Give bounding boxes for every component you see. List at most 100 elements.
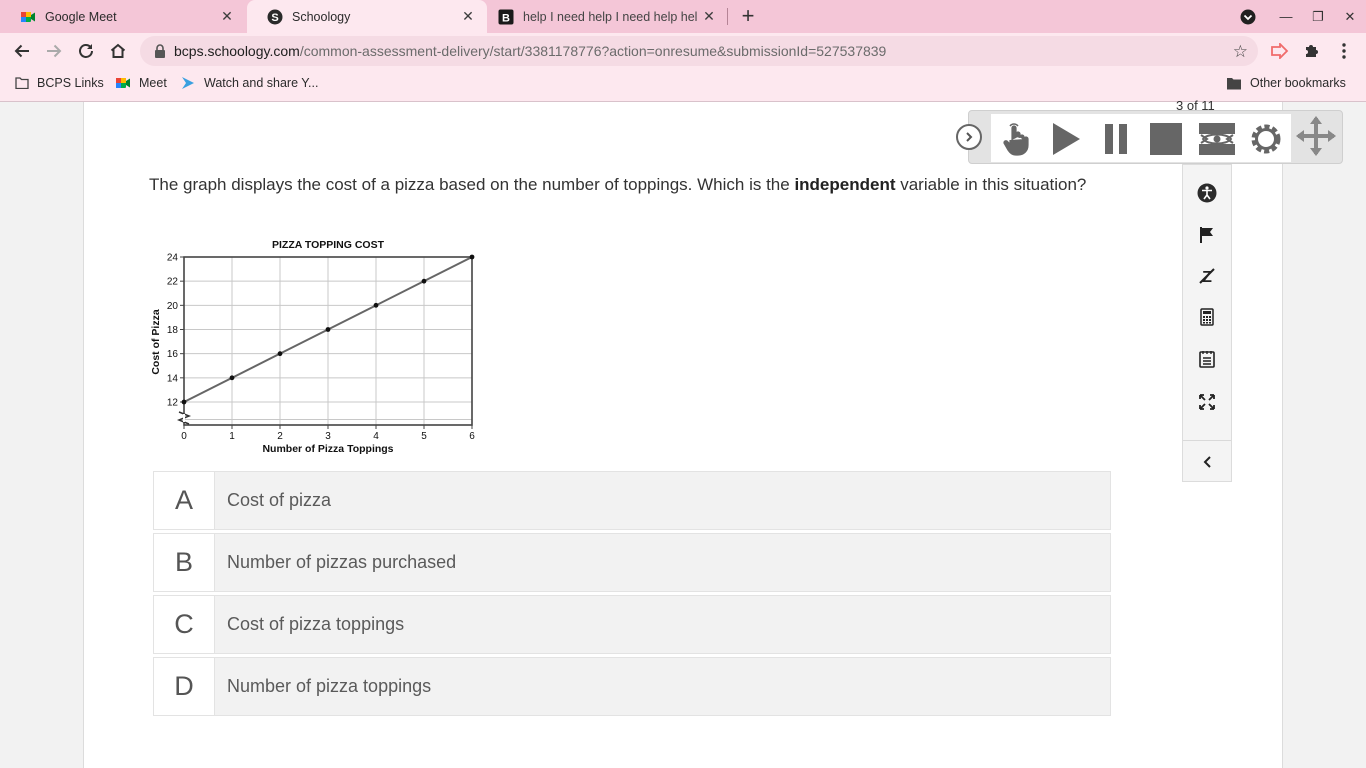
screen-mask-button[interactable] [1199, 122, 1235, 156]
data-point [181, 399, 187, 405]
calculator-button[interactable] [1183, 302, 1231, 332]
fullscreen-icon [1199, 394, 1215, 410]
assessment-tool-sidebar: Z [1182, 164, 1232, 482]
other-bookmarks[interactable]: Other bookmarks [1226, 76, 1346, 90]
play-button[interactable] [1049, 122, 1083, 156]
y-tick-label: 18 [167, 325, 179, 336]
chart-x-axis-label: Number of Pizza Toppings [262, 443, 393, 455]
svg-text:S: S [271, 12, 278, 24]
choice-text: Number of pizza toppings [227, 676, 432, 696]
x-tick-label: 0 [181, 431, 187, 442]
address-bar[interactable]: bcps.schoology.com/common-assessment-del… [140, 36, 1258, 66]
answer-choice-b[interactable]: B Number of pizzas purchased [153, 533, 1111, 592]
data-point [277, 351, 283, 357]
folder-icon [15, 77, 29, 89]
tab-search-button[interactable] [1232, 0, 1264, 33]
y-tick-label: 24 [167, 253, 179, 264]
choice-text: Cost of pizza toppings [227, 614, 405, 634]
google-meet-icon [21, 11, 35, 22]
y-tick-label: 14 [167, 373, 179, 384]
move-toolbar-handle[interactable] [1296, 116, 1336, 156]
question-text-end: variable in this situation? [895, 175, 1087, 194]
menu-button[interactable] [1332, 39, 1356, 63]
chart-grid [183, 256, 473, 425]
back-button[interactable] [10, 39, 34, 63]
lock-icon [155, 44, 165, 58]
svg-text:B: B [502, 12, 510, 24]
y-tick-label: 22 [167, 277, 179, 288]
answer-choice-d[interactable]: D Number of pizza toppings [153, 657, 1111, 716]
question-text-start: The graph displays the cost of a pizza b… [149, 175, 795, 194]
bookmark-bcps-links[interactable]: BCPS Links [15, 76, 104, 90]
pause-button[interactable] [1099, 122, 1133, 156]
x-tick-label: 5 [421, 431, 427, 442]
choice-letter: C [154, 596, 215, 653]
choice-text: Cost of pizza [227, 490, 332, 510]
close-icon[interactable]: ✕ [216, 8, 238, 25]
close-icon[interactable]: ✕ [698, 8, 720, 25]
tab-separator [727, 8, 728, 25]
choice-letter: A [154, 472, 215, 529]
y-tick-label: 20 [167, 301, 179, 312]
bookmarks-bar: BCPS Links Meet Watch and share Y... Oth… [0, 69, 1366, 99]
bookmark-meet[interactable]: Meet [115, 76, 167, 90]
choice-text: Number of pizzas purchased [227, 552, 457, 572]
fullscreen-button[interactable] [1183, 387, 1231, 417]
chart-y-axis-label: Cost of Pizza [150, 309, 162, 374]
new-tab-button[interactable]: + [736, 4, 760, 28]
answer-choice-a[interactable]: A Cost of pizza [153, 471, 1111, 530]
flag-button[interactable] [1183, 220, 1231, 250]
bookmark-watch-and-share[interactable]: Watch and share Y... [180, 76, 318, 90]
tab-brainly[interactable]: B help I need help I need help help ✕ [488, 0, 728, 33]
reload-icon [79, 44, 93, 58]
tab-title: help I need help I need help help [523, 9, 698, 24]
close-icon[interactable]: ✕ [457, 8, 479, 25]
play-logo-icon [182, 77, 194, 89]
minimize-button[interactable]: — [1270, 0, 1302, 33]
chevron-left-icon [1203, 456, 1211, 468]
bookmark-label: Other bookmarks [1250, 76, 1346, 90]
choice-letter: B [154, 534, 215, 591]
tts-collapse-button[interactable] [956, 124, 982, 150]
extensions-button[interactable] [1300, 39, 1324, 63]
notepad-button[interactable] [1183, 344, 1231, 374]
flag-icon [1200, 227, 1213, 243]
stop-button[interactable] [1149, 122, 1183, 156]
axis-break-gap [183, 414, 185, 422]
extension-button[interactable] [1268, 39, 1292, 63]
restore-button[interactable]: ❐ [1302, 0, 1334, 33]
question-text: The graph displays the cost of a pizza b… [149, 172, 1109, 197]
home-button[interactable] [106, 39, 130, 63]
tab-schoology[interactable]: S Schoology ✕ [247, 0, 487, 33]
move-icon [1296, 116, 1336, 156]
collapse-sidebar-button[interactable] [1183, 447, 1231, 477]
forward-button[interactable] [42, 39, 66, 63]
answer-choice-c[interactable]: C Cost of pizza toppings [153, 595, 1111, 654]
close-window-button[interactable]: ✕ [1334, 0, 1366, 33]
tts-settings-button[interactable] [1249, 122, 1283, 156]
bookmark-star-icon[interactable]: ☆ [1233, 42, 1248, 62]
x-tick-label: 4 [373, 431, 379, 442]
answer-eliminator-button[interactable]: Z [1183, 261, 1231, 291]
question-emphasis: independent [794, 175, 896, 194]
accessibility-icon [1197, 183, 1217, 203]
reload-button[interactable] [74, 39, 98, 63]
arrow-right-icon [47, 44, 62, 58]
bookmark-label: Meet [139, 76, 167, 90]
x-tick-label: 1 [229, 431, 235, 442]
page-content: 3 of 11 The graph displays the cost of a… [0, 98, 1366, 768]
screen-mask-icon [1199, 123, 1235, 155]
point-to-speak-button[interactable] [999, 122, 1033, 156]
calculator-icon [1200, 308, 1214, 326]
schoology-icon: S [267, 9, 283, 24]
accessibility-button[interactable] [1183, 178, 1231, 208]
chart-axes [176, 256, 473, 426]
play-icon [1053, 123, 1080, 155]
tab-google-meet[interactable]: Google Meet ✕ [0, 0, 246, 33]
brainly-icon: B [498, 9, 514, 24]
data-point [421, 278, 427, 284]
gear-icon [1251, 124, 1281, 154]
tts-button-panel [991, 114, 1291, 162]
data-point [373, 302, 379, 308]
sidebar-divider [1183, 440, 1231, 441]
